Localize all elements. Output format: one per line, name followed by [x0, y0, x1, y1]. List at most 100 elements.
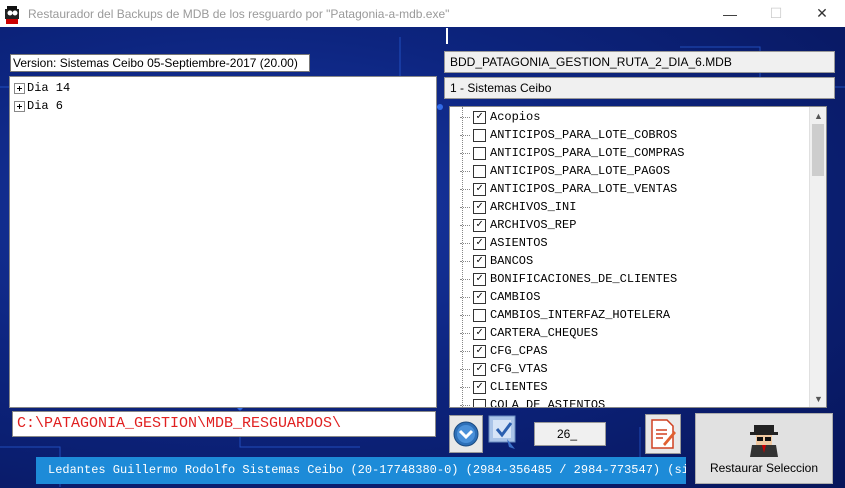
- table-checkbox[interactable]: ✓: [473, 254, 486, 268]
- table-checkbox[interactable]: ✓: [473, 110, 486, 124]
- move-down-button[interactable]: [449, 415, 483, 453]
- restore-button-label: Restaurar Seleccion: [709, 461, 819, 475]
- tree-connector: [460, 278, 470, 280]
- table-row[interactable]: ✓ CLIENTES: [460, 378, 548, 396]
- mdb-file-field: BDD_PATAGONIA_GESTION_RUTA_2_DIA_6.MDB: [444, 51, 835, 73]
- backup-path-field[interactable]: C:\PATAGONIA_GESTION\MDB_RESGUARDOS\: [12, 411, 436, 437]
- table-checkbox[interactable]: ✓: [473, 218, 486, 232]
- table-label: CAMBIOS: [490, 290, 541, 304]
- table-checkbox[interactable]: ✓: [473, 326, 486, 340]
- table-label: BANCOS: [490, 254, 534, 268]
- tree-connector: [460, 404, 470, 406]
- tree-connector: [460, 332, 470, 334]
- tables-list[interactable]: ✓ Acopios ANTICIPOS_PARA_LOTE_COBROS ANTICI…: [449, 106, 827, 408]
- tree-connector: [460, 134, 470, 136]
- table-checkbox[interactable]: [473, 128, 486, 142]
- table-label: CFG_VTAS: [490, 362, 548, 376]
- chevron-down-circle-icon: [453, 421, 479, 447]
- table-checkbox[interactable]: ✓: [473, 182, 486, 196]
- minimize-button[interactable]: —: [707, 0, 753, 27]
- table-row[interactable]: ✓ CAMBIOS: [460, 288, 540, 306]
- tree-connector: [460, 386, 470, 388]
- table-checkbox[interactable]: ✓: [473, 236, 486, 250]
- tree-item-dia-6[interactable]: Dia 6: [14, 98, 63, 114]
- table-checkbox[interactable]: ✓: [473, 272, 486, 286]
- tree-connector: [460, 350, 470, 352]
- table-row[interactable]: ✓ ARCHIVOS_REP: [460, 216, 576, 234]
- table-label: CAMBIOS_INTERFAZ_HOTELERA: [490, 308, 671, 322]
- table-row[interactable]: ✓ CFG_VTAS: [460, 360, 548, 378]
- table-label: ANTICIPOS_PARA_LOTE_VENTAS: [490, 182, 678, 196]
- tree-connector: [460, 152, 470, 154]
- tree-connector: [460, 314, 470, 316]
- table-row[interactable]: ANTICIPOS_PARA_LOTE_PAGOS: [460, 162, 670, 180]
- tree-connector: [460, 296, 470, 298]
- tree-item-label: Dia 6: [27, 99, 64, 113]
- table-checkbox[interactable]: [473, 164, 486, 178]
- scrollbar-thumb[interactable]: [812, 124, 824, 176]
- tree-connector: [460, 188, 470, 190]
- table-label: COLA_DE_ASIENTOS: [490, 398, 606, 408]
- table-row[interactable]: ✓ ASIENTOS: [460, 234, 548, 252]
- tree-item-label: Dia 14: [27, 81, 71, 95]
- table-label: ANTICIPOS_PARA_LOTE_COBROS: [490, 128, 678, 142]
- table-row[interactable]: ✓ CFG_CPAS: [460, 342, 548, 360]
- table-row[interactable]: COLA_DE_ASIENTOS: [460, 396, 606, 408]
- expand-icon[interactable]: [14, 82, 25, 94]
- window-title: Restaurador del Backups de MDB de los re…: [28, 6, 450, 21]
- system-field: 1 - Sistemas Ceibo: [444, 77, 835, 99]
- scroll-down-icon[interactable]: ▼: [810, 390, 826, 407]
- table-row[interactable]: ANTICIPOS_PARA_LOTE_COMPRAS: [460, 144, 684, 162]
- document-edit-icon: [651, 419, 676, 449]
- edit-document-button[interactable]: [645, 414, 681, 454]
- table-row[interactable]: ANTICIPOS_PARA_LOTE_COBROS: [460, 126, 677, 144]
- table-label: ARCHIVOS_REP: [490, 218, 577, 232]
- table-row[interactable]: ✓ BONIFICACIONES_DE_CLIENTES: [460, 270, 677, 288]
- table-checkbox[interactable]: [473, 398, 486, 407]
- tree-connector: [460, 116, 470, 118]
- table-checkbox[interactable]: ✓: [473, 200, 486, 214]
- maximize-button[interactable]: ☐: [753, 0, 799, 27]
- tree-connector: [460, 368, 470, 370]
- selection-count-field: 26_: [534, 422, 606, 446]
- table-row[interactable]: CAMBIOS_INTERFAZ_HOTELERA: [460, 306, 670, 324]
- table-label: ANTICIPOS_PARA_LOTE_COMPRAS: [490, 146, 685, 160]
- window-controls: — ☐ ✕: [707, 0, 845, 27]
- checkmark-select-icon: [488, 415, 516, 449]
- tree-connector: [460, 206, 470, 208]
- close-button[interactable]: ✕: [799, 0, 845, 27]
- table-checkbox[interactable]: [473, 146, 486, 160]
- table-label: ARCHIVOS_INI: [490, 200, 577, 214]
- table-label: CARTERA_CHEQUES: [490, 326, 599, 340]
- backup-tree[interactable]: Dia 14 Dia 6: [9, 76, 437, 408]
- spy-icon: [5, 5, 19, 24]
- table-checkbox[interactable]: ✓: [473, 380, 486, 394]
- table-checkbox[interactable]: ✓: [473, 362, 486, 376]
- table-checkbox[interactable]: ✓: [473, 290, 486, 304]
- table-row[interactable]: ✓ CARTERA_CHEQUES: [460, 324, 598, 342]
- select-tables-button[interactable]: [487, 413, 521, 453]
- tree-connector: [460, 170, 470, 172]
- table-row[interactable]: ✓ Acopios: [460, 108, 540, 126]
- table-row[interactable]: ✓ ARCHIVOS_INI: [460, 198, 576, 216]
- table-label: ANTICIPOS_PARA_LOTE_PAGOS: [490, 164, 671, 178]
- expand-icon[interactable]: [14, 100, 25, 112]
- version-label: Version: Sistemas Ceibo 05-Septiembre-20…: [10, 54, 310, 72]
- title-bar: Restaurador del Backups de MDB de los re…: [0, 0, 845, 27]
- table-label: Acopios: [490, 110, 541, 124]
- table-row[interactable]: ✓ ANTICIPOS_PARA_LOTE_VENTAS: [460, 180, 677, 198]
- tree-connector: [460, 260, 470, 262]
- status-bar: Ledantes Guillermo Rodolfo Sistemas Ceib…: [36, 457, 686, 484]
- vertical-scrollbar[interactable]: ▲ ▼: [809, 107, 826, 407]
- table-label: CLIENTES: [490, 380, 548, 394]
- table-checkbox[interactable]: ✓: [473, 344, 486, 358]
- tree-item-dia-14[interactable]: Dia 14: [14, 80, 70, 96]
- table-label: CFG_CPAS: [490, 344, 548, 358]
- scroll-up-icon[interactable]: ▲: [810, 107, 826, 124]
- tree-connector: [460, 224, 470, 226]
- table-label: ASIENTOS: [490, 236, 548, 250]
- table-label: BONIFICACIONES_DE_CLIENTES: [490, 272, 678, 286]
- table-row[interactable]: ✓ BANCOS: [460, 252, 533, 270]
- restore-selection-button[interactable]: Restaurar Seleccion: [695, 413, 833, 484]
- table-checkbox[interactable]: [473, 308, 486, 322]
